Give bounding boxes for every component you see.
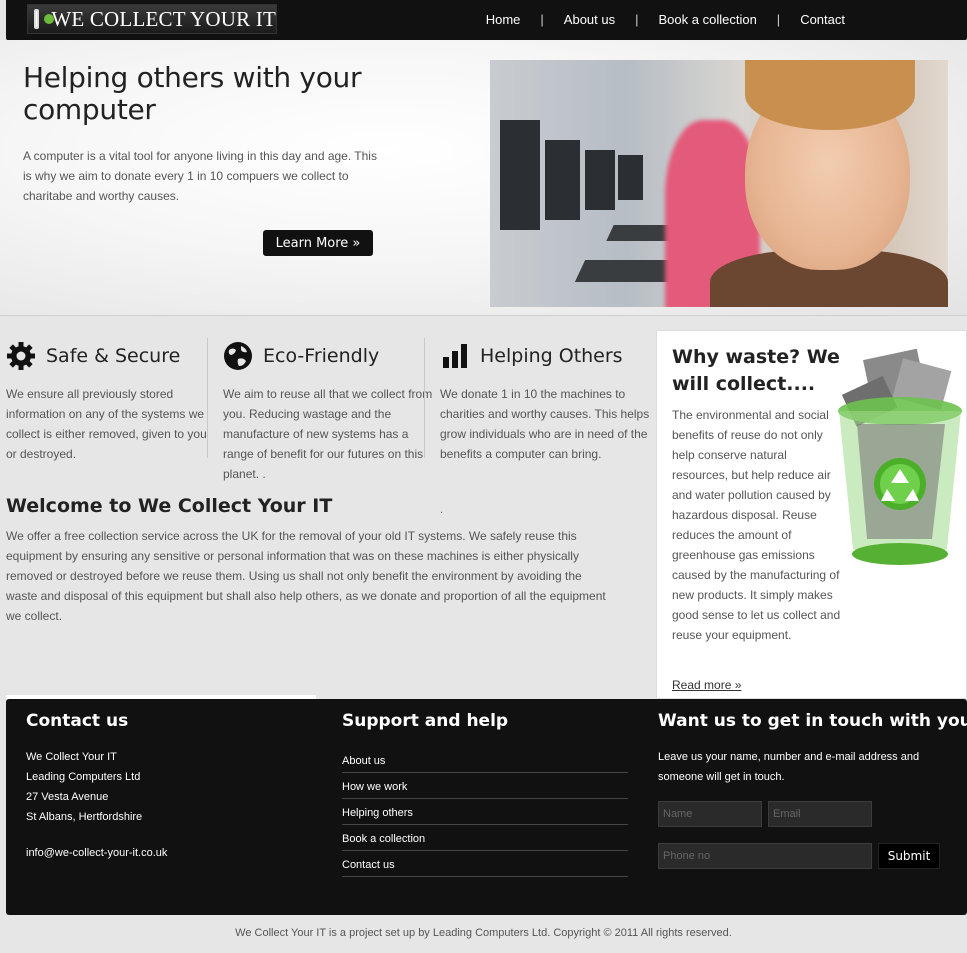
recycle-bin-icon <box>838 349 962 565</box>
support-link-contact-us[interactable]: Contact us <box>342 851 628 877</box>
contact-line: St Albans, Hertfordshire <box>26 811 143 823</box>
hero-photo-child-at-computer <box>490 60 948 307</box>
contact-line: 27 Vesta Avenue <box>26 791 109 803</box>
feature-helping-others: Helping Others We donate 1 in 10 the mac… <box>440 340 650 464</box>
why-waste-title: Why waste? We will collect.... <box>672 346 840 395</box>
site-logo[interactable]: WE COLLECT YOUR IT <box>27 4 277 34</box>
main-nav: Home | About us | Book a collection | Co… <box>466 0 967 38</box>
divider <box>207 338 208 458</box>
nav-home[interactable]: Home <box>466 12 541 27</box>
read-more-link[interactable]: Read more » <box>672 678 741 692</box>
contact-line: Leading Computers Ltd <box>26 771 141 783</box>
copyright-text: We Collect Your IT is a project set up b… <box>235 927 732 939</box>
support-link-how-we-work[interactable]: How we work <box>342 773 628 799</box>
contact-line: We Collect Your IT <box>26 751 117 763</box>
welcome-title: Welcome to We Collect Your IT <box>6 495 333 517</box>
contact-title: Contact us <box>26 711 129 731</box>
contact-address: We Collect Your IT Leading Computers Ltd… <box>26 747 142 827</box>
feature-text: We ensure all previously stored informat… <box>6 387 207 461</box>
stray-dot: . <box>440 504 444 516</box>
support-links: About us How we work Helping others Book… <box>342 747 628 877</box>
gear-icon <box>7 342 35 370</box>
feature-title: Safe & Secure <box>46 345 181 367</box>
feature-title: Helping Others <box>480 345 623 367</box>
submit-button[interactable]: Submit <box>878 843 940 869</box>
site-header: WE COLLECT YOUR IT Home | About us | Boo… <box>6 0 967 40</box>
nav-contact[interactable]: Contact <box>780 12 967 27</box>
why-waste-text: The environmental and social benefits of… <box>672 408 841 642</box>
hero-section: Helping others with your computer A comp… <box>0 40 967 316</box>
support-link-about-us[interactable]: About us <box>342 747 628 773</box>
support-link-book-collection[interactable]: Book a collection <box>342 825 628 851</box>
logo-text: WE COLLECT YOUR IT <box>51 6 276 31</box>
phone-input[interactable] <box>658 843 872 869</box>
site-footer: Contact us We Collect Your IT Leading Co… <box>6 699 967 915</box>
contact-email-link[interactable]: info@we-collect-your-it.co.uk <box>26 847 167 859</box>
welcome-text: We offer a free collection service acros… <box>6 529 606 623</box>
support-title: Support and help <box>342 711 509 731</box>
divider <box>424 338 425 458</box>
name-input[interactable] <box>658 801 762 827</box>
touch-title: Want us to get in touch with you <box>658 711 967 731</box>
nav-book-collection[interactable]: Book a collection <box>639 12 777 27</box>
hero-title: Helping others with your computer <box>23 61 362 126</box>
support-link-helping-others[interactable]: Helping others <box>342 799 628 825</box>
why-waste-box: Why waste? We will collect.... The envir… <box>656 330 967 699</box>
monitor-logo-icon <box>34 9 56 29</box>
feature-safe-secure: Safe & Secure We ensure all previously s… <box>6 340 216 464</box>
bar-chart-icon <box>443 344 467 368</box>
hero-text: A computer is a vital tool for anyone li… <box>23 149 377 203</box>
touch-text: Leave us your name, number and e-mail ad… <box>658 751 920 783</box>
feature-text: We donate 1 in 10 the machines to charit… <box>440 387 650 461</box>
nav-about-us[interactable]: About us <box>544 12 635 27</box>
feature-title: Eco-Friendly <box>263 345 380 367</box>
feature-eco-friendly: Eco-Friendly We aim to reuse all that we… <box>223 340 433 484</box>
feature-text: We aim to reuse all that we collect from… <box>223 387 433 481</box>
email-input[interactable] <box>768 801 872 827</box>
globe-icon <box>224 342 252 370</box>
learn-more-button[interactable]: Learn More » <box>263 230 373 256</box>
